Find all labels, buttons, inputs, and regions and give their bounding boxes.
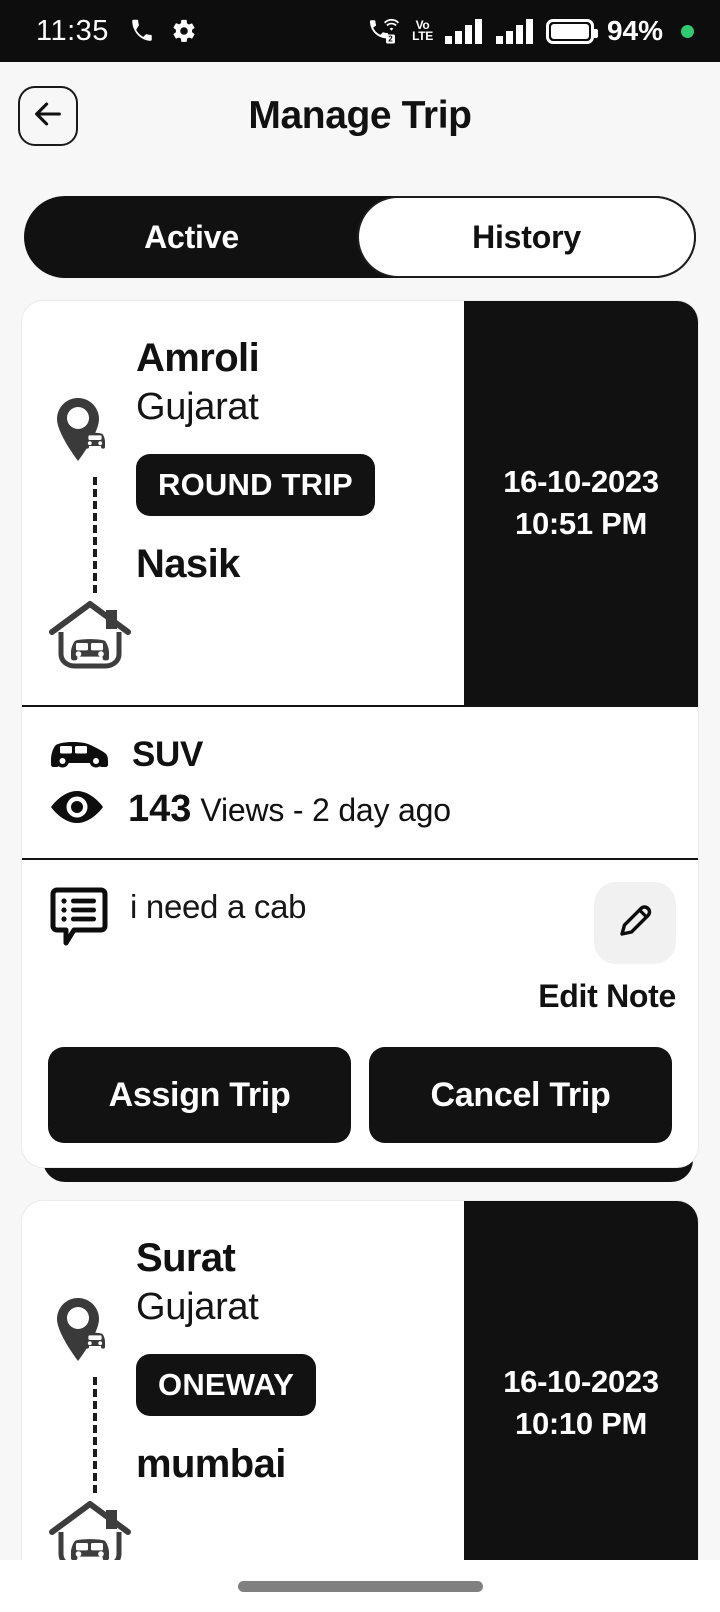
trip-time: 10:51 PM [515,506,647,541]
trip-datetime-panel: 16-10-2023 10:51 PM [464,301,698,705]
battery-icon [545,18,598,44]
trip-card-header: Amroli Gujarat ROUND TRIP Nasik 16-10-20… [22,301,698,705]
trip-time: 10:10 PM [515,1406,647,1441]
pickup-city: Amroli [136,336,260,380]
pickup-pin-car-icon [54,397,116,468]
trip-datetime-panel: 16-10-2023 10:10 PM [464,1201,698,1560]
page-title: Manage Trip [248,94,472,137]
trip-meta: SUV 143 Views - 2 day ago [22,707,698,858]
vehicle-row: SUV [48,735,672,775]
route-dashed-line [93,1377,97,1493]
arrow-left-icon [31,97,65,136]
pickup-pin-car-icon [54,1297,116,1368]
route-text-column: Amroli Gujarat ROUND TRIP Nasik [134,335,454,679]
trip-date: 16-10-2023 [503,464,659,500]
pickup-city: Surat [136,1236,236,1280]
note-section: i need a cab Edit Note [22,860,698,1037]
trip-status-tabs: Active History [24,196,696,278]
edit-note-label: Edit Note [538,978,676,1014]
note-text: i need a cab [130,888,307,925]
svg-text:2: 2 [388,35,393,44]
status-bar: 11:35 2 Vo LTE 94% [0,0,720,62]
pencil-icon [613,899,657,948]
back-button[interactable] [18,86,78,146]
phone-icon [129,18,155,44]
status-time: 11:35 [36,14,109,47]
trip-card[interactable]: Surat Gujarat ONEWAY mumbai 16-10-2023 1… [21,1200,699,1560]
trip-list: Amroli Gujarat ROUND TRIP Nasik 16-10-20… [0,278,720,1560]
trip-route: Amroli Gujarat ROUND TRIP Nasik [22,301,464,705]
note-row: i need a cab Edit Note [48,882,676,1015]
vehicle-type: SUV [132,735,204,774]
trip-card-wrapper: Amroli Gujarat ROUND TRIP Nasik 16-10-20… [21,300,699,1182]
trip-type-badge: ROUND TRIP [136,453,375,516]
gesture-pill[interactable] [237,1580,483,1592]
tab-history[interactable]: History [357,196,696,278]
app-header: Manage Trip [0,62,720,170]
trip-card-wrapper: Surat Gujarat ONEWAY mumbai 16-10-2023 1… [21,1200,699,1560]
views-count: 143 [128,788,192,830]
views-row: 143 Views - 2 day ago [48,787,672,832]
trip-type-badge: ONEWAY [136,1353,317,1416]
phone-screen: 11:35 2 Vo LTE 94% Manage Trip Active Hi… [0,0,720,1612]
trip-actions: Assign Trip Cancel Trip [22,1037,698,1167]
edit-note-button[interactable] [594,882,676,964]
recording-dot-icon [681,24,694,38]
destination-home-car-icon [48,598,132,675]
route-icon-column [48,1235,134,1560]
destination-city: Nasik [136,541,240,586]
views-label: Views - 2 day ago [200,792,451,828]
pickup-state: Gujarat [136,1286,259,1329]
pickup-state: Gujarat [136,386,259,429]
route-text-column: Surat Gujarat ONEWAY mumbai [134,1235,454,1560]
note-bubble-icon [48,886,110,953]
tab-active[interactable]: Active [24,196,359,278]
trip-date: 16-10-2023 [503,1364,659,1400]
signal-sim2-icon [495,17,535,45]
destination-city: mumbai [136,1441,286,1486]
battery-percent: 94% [606,15,663,46]
eye-icon [48,787,106,832]
gear-icon [171,18,197,44]
assign-trip-button[interactable]: Assign Trip [48,1047,351,1143]
destination-home-car-icon [48,1498,132,1560]
gesture-bar [0,1560,720,1612]
cancel-trip-button[interactable]: Cancel Trip [369,1047,672,1143]
suv-car-icon [48,736,110,775]
volte-icon: Vo LTE [412,17,433,43]
trip-card[interactable]: Amroli Gujarat ROUND TRIP Nasik 16-10-20… [21,300,699,1168]
signal-sim1-icon [444,17,484,45]
trip-route: Surat Gujarat ONEWAY mumbai [22,1201,464,1560]
scroll-area[interactable]: Manage Trip Active History Amroli Gujara… [0,62,720,1560]
wifi-calling-icon: 2 [369,17,401,45]
route-dashed-line [93,477,97,593]
route-icon-column [48,335,134,679]
trip-card-header: Surat Gujarat ONEWAY mumbai 16-10-2023 1… [22,1201,698,1560]
